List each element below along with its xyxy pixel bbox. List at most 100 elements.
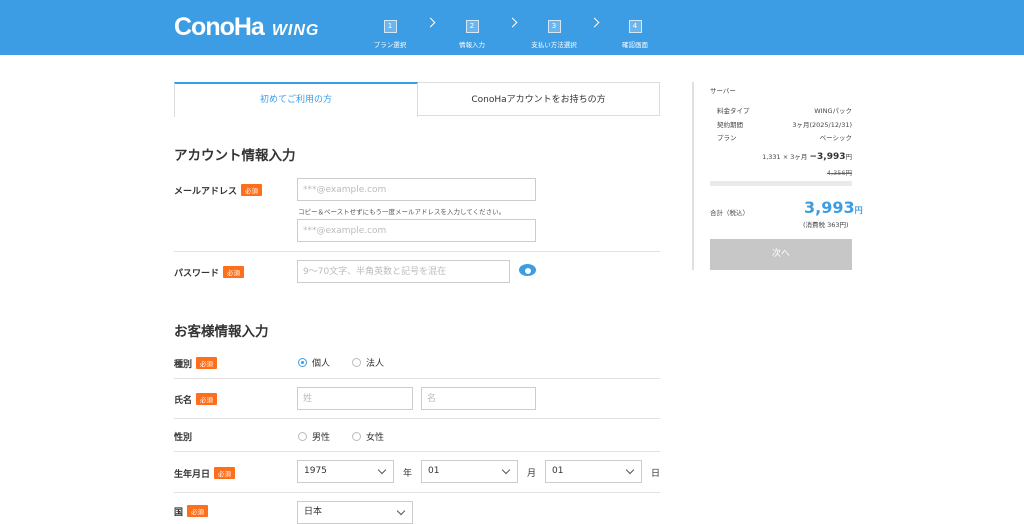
summary-heading: サーバー [710, 87, 736, 95]
country-label-text: 国 [174, 508, 184, 518]
email-hint: コピー＆ペーストせずにもう一度メールアドレスを入力してください。 [298, 208, 506, 216]
total-label: 合計（税込） [710, 209, 749, 217]
radio-label: 個人 [312, 359, 331, 369]
step-info: 2 情報入力 [437, 13, 507, 49]
gender-label: 性別 [174, 433, 193, 443]
summary-divider [692, 82, 694, 270]
required-badge: 必須 [214, 467, 236, 479]
name-label: 氏名 必須 [174, 393, 218, 406]
account-section-title: アカウント情報入力 [174, 148, 296, 164]
step-label: 情報入力 [459, 41, 485, 49]
step-number: 1 [383, 20, 397, 33]
step-label: 確認画面 [622, 41, 648, 49]
required-badge: 必須 [187, 505, 209, 517]
total-value: 3,993 [804, 198, 855, 217]
select-value: 1975 [304, 466, 327, 476]
radio-individual[interactable]: 個人 [298, 356, 330, 369]
birth-label: 生年月日 必須 [174, 467, 236, 480]
radio-female[interactable]: 女性 [352, 430, 384, 443]
price-amount: −3,993 [809, 152, 846, 162]
month-unit: 月 [527, 469, 537, 479]
radio-icon [352, 432, 361, 441]
divider [174, 492, 660, 493]
eye-icon[interactable] [519, 264, 536, 276]
required-badge: 必須 [241, 184, 263, 196]
account-tabs: 初めてご利用の方 ConoHaアカウントをお持ちの方 [174, 82, 660, 117]
summary-value: ベーシック [819, 134, 852, 142]
summary-key: 料金タイプ [717, 107, 750, 115]
step-label: プラン選択 [373, 41, 407, 49]
original-price: 4,356円 [826, 169, 852, 177]
tab-first-time[interactable]: 初めてご利用の方 [174, 82, 418, 117]
step-payment: 3 支払い方法選択 [519, 13, 589, 49]
summary-value: WINGパック [814, 107, 852, 115]
select-value: 01 [552, 466, 564, 476]
first-name-field[interactable] [421, 387, 536, 410]
radio-label: 女性 [366, 433, 385, 443]
chevron-right-icon [507, 17, 518, 28]
chevron-down-icon [501, 465, 511, 475]
required-badge: 必須 [223, 266, 245, 278]
summary-key: 契約期間 [717, 121, 743, 129]
type-label-text: 種別 [174, 360, 193, 370]
logo-sub-text: WING [271, 22, 320, 39]
radio-icon [298, 432, 307, 441]
logo-text: ConoHa [174, 13, 265, 41]
radio-label: 法人 [366, 359, 385, 369]
radio-corporation[interactable]: 法人 [352, 356, 384, 369]
birth-month-select[interactable]: 01 [421, 460, 518, 483]
password-field[interactable] [297, 260, 510, 283]
chevron-down-icon [625, 465, 635, 475]
step-number: 2 [465, 20, 479, 33]
password-label-text: パスワード [174, 269, 220, 279]
type-label: 種別 必須 [174, 357, 218, 370]
price-calc: 1,331 × 3ヶ月 [762, 153, 808, 161]
email-field[interactable] [297, 178, 536, 201]
birth-day-select[interactable]: 01 [545, 460, 642, 483]
tab-existing-account[interactable]: ConoHaアカウントをお持ちの方 [418, 82, 660, 116]
radio-selected-icon [298, 358, 307, 367]
country-select[interactable]: 日本 [297, 501, 413, 524]
top-header: ConoHa WING 1 プラン選択 2 情報入力 3 支払い方法選択 4 確認… [0, 0, 1024, 55]
day-unit: 日 [651, 469, 661, 479]
birth-label-text: 生年月日 [174, 470, 211, 480]
summary-bar [710, 181, 852, 186]
last-name-field[interactable] [297, 387, 413, 410]
country-label: 国必須 [174, 505, 209, 518]
birth-year-select[interactable]: 1975 [297, 460, 394, 483]
tax-note: (消費税 363円) [803, 221, 849, 229]
step-label: 支払い方法選択 [531, 41, 577, 49]
chevron-down-icon [377, 465, 387, 475]
price-unit: 円 [845, 153, 853, 161]
chevron-right-icon [425, 17, 436, 28]
radio-label: 男性 [312, 433, 331, 443]
required-badge: 必須 [196, 393, 218, 405]
radio-icon [352, 358, 361, 367]
name-label-text: 氏名 [174, 396, 193, 406]
divider [174, 451, 660, 452]
password-label: パスワード 必須 [174, 266, 245, 279]
radio-male[interactable]: 男性 [298, 430, 330, 443]
divider [174, 418, 660, 419]
conoha-wing-logo[interactable]: ConoHa WING [174, 13, 319, 42]
summary-value: 3ヶ月(2025/12/31) [792, 121, 852, 129]
total-unit: 円 [854, 206, 863, 215]
divider [174, 251, 660, 252]
price-line: 1,331 × 3ヶ月 −3,993円 [740, 151, 852, 162]
customer-section-title: お客様情報入力 [174, 324, 269, 340]
select-value: 日本 [304, 507, 323, 517]
chevron-right-icon [589, 17, 600, 28]
email-label: メールアドレス 必須 [174, 184, 263, 197]
summary-key: プラン [717, 134, 737, 142]
step-number: 3 [547, 20, 561, 33]
required-badge: 必須 [196, 357, 218, 369]
step-confirm: 4 確認画面 [600, 13, 670, 49]
next-button[interactable]: 次へ [710, 239, 852, 270]
divider [174, 378, 660, 379]
email-confirm-field[interactable] [297, 219, 536, 242]
total-amount: 3,993円 [804, 198, 863, 217]
email-label-text: メールアドレス [174, 187, 238, 197]
step-plan: 1 プラン選択 [355, 13, 425, 49]
year-unit: 年 [403, 469, 413, 479]
step-number: 4 [628, 20, 642, 33]
